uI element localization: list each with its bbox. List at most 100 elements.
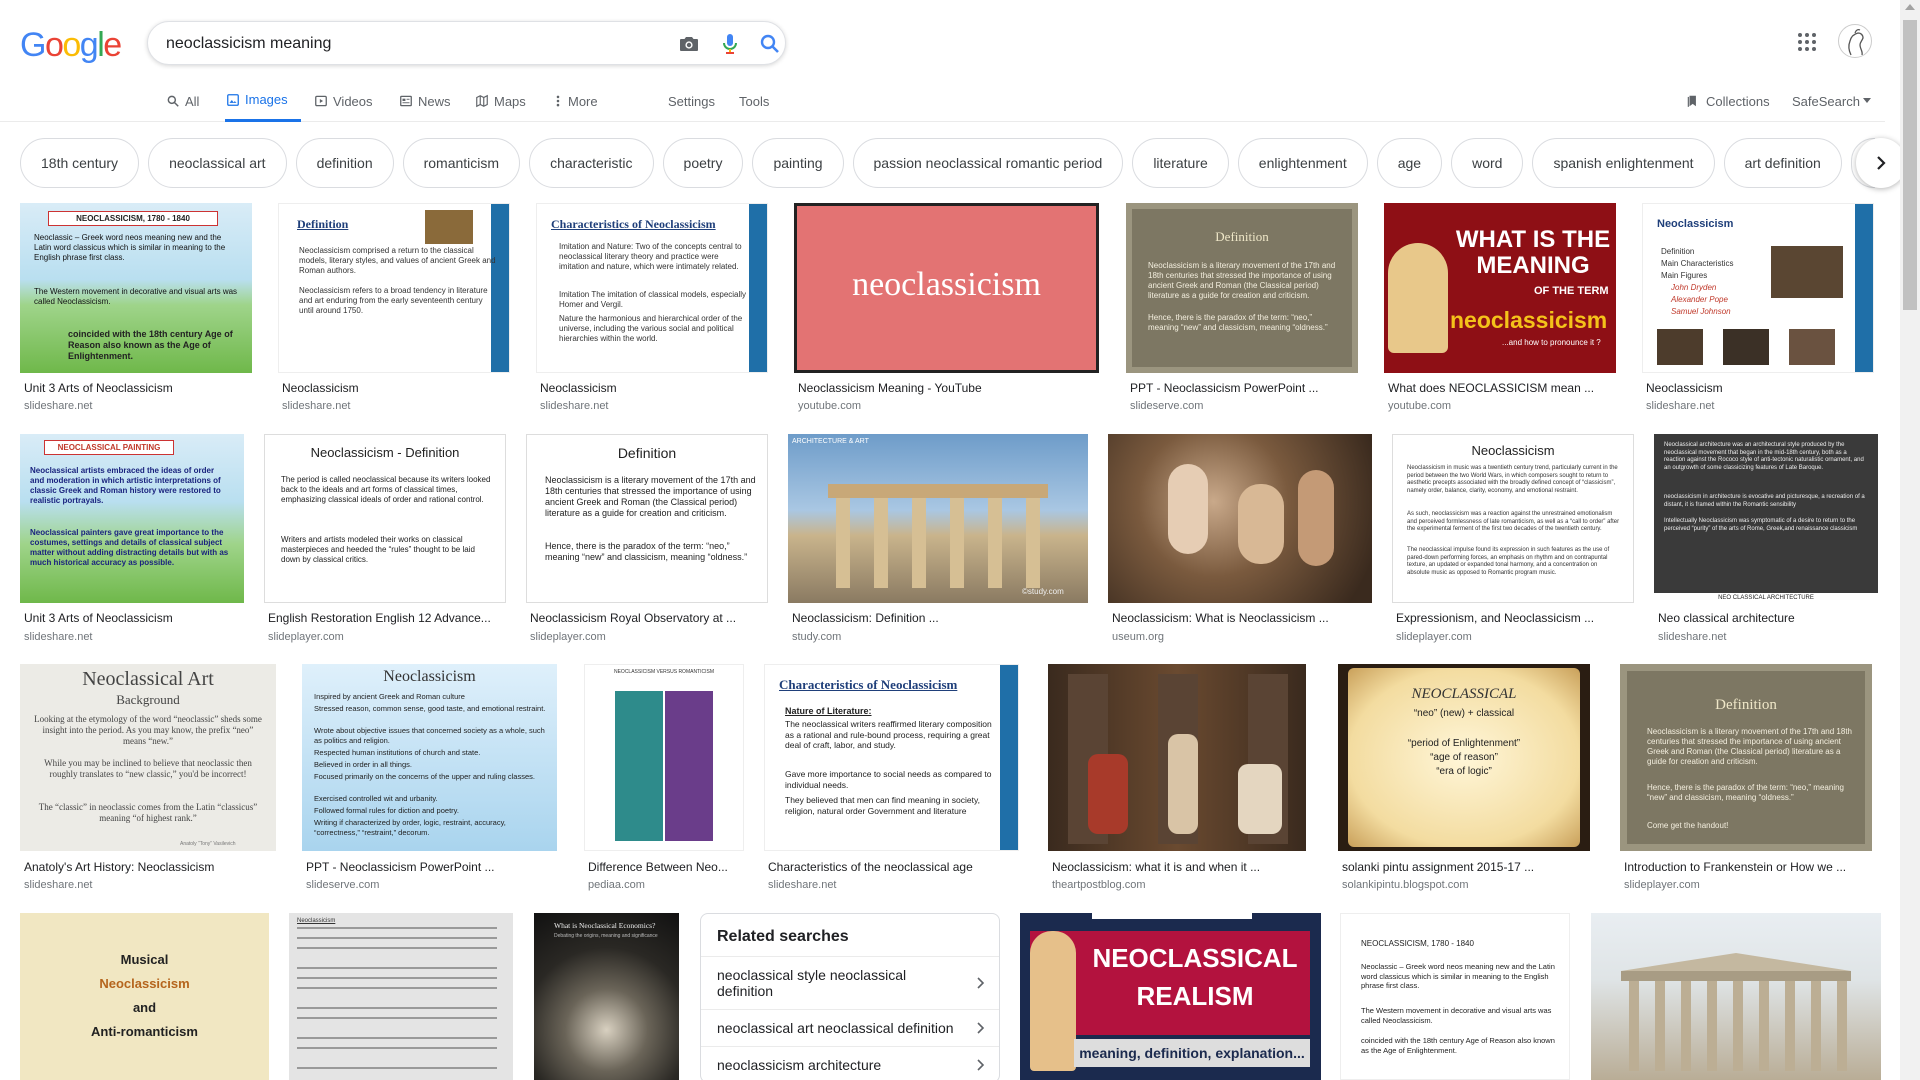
image-result[interactable]: NEOCLASSICISM VERSUS ROMANTICISM Differe… [584, 664, 746, 894]
result-thumbnail[interactable]: NEOCLASSICAL PAINTING Neoclassical artis… [20, 434, 244, 603]
chip-literature[interactable]: literature [1132, 138, 1229, 188]
image-result[interactable]: WHAT IS THE MEANING OF THE TERM neoclass… [1384, 203, 1619, 418]
tab-images[interactable]: Images [225, 80, 301, 122]
image-result[interactable]: Characteristics of Neoclassicism Nature … [764, 664, 1026, 894]
result-thumbnail[interactable] [1591, 913, 1881, 1080]
chip-passion-neoclassical-romantic-period[interactable]: passion neoclassical romantic period [852, 138, 1124, 188]
safesearch-dropdown[interactable]: SafeSearch [1792, 80, 1871, 122]
image-result[interactable]: Definition Neoclassicism is a literary m… [1126, 203, 1361, 418]
image-result[interactable]: neoclassicism Neoclassicism Meaning - Yo… [794, 203, 1101, 418]
result-thumbnail[interactable]: Definition Neoclassicism is a literary m… [526, 434, 768, 603]
result-thumbnail[interactable]: NEOCLASSICISM, 1780 - 1840 Neoclassic – … [1340, 913, 1570, 1080]
result-thumbnail[interactable]: Characteristics of Neoclassicism Imitati… [536, 203, 768, 373]
tab-more[interactable]: More [553, 80, 598, 122]
tab-all[interactable]: All [166, 80, 199, 122]
image-result[interactable]: NEOCLASSICAL PAINTING Neoclassical artis… [20, 434, 250, 644]
result-title[interactable]: PPT - Neoclassicism PowerPoint ... [1130, 381, 1360, 395]
result-thumbnail[interactable]: Neoclassicism Definition Main Characteri… [1642, 203, 1874, 373]
collections-link[interactable]: Collections [1686, 80, 1770, 122]
result-thumbnail[interactable]: NEOCLASSICISM, 1780 - 1840 Neoclassic – … [20, 203, 252, 373]
chip-spanish-enlightenment[interactable]: spanish enlightenment [1532, 138, 1715, 188]
image-result[interactable]: What is Neoclassical Economics? Debating… [534, 913, 679, 1080]
apps-grid-icon[interactable] [1795, 30, 1819, 54]
tab-news[interactable]: News [399, 80, 451, 122]
chip-poetry[interactable]: poetry [662, 138, 744, 188]
image-result[interactable]: Definition Neoclassicism is a literary m… [1620, 664, 1882, 894]
image-result[interactable]: Definition Neoclassicism comprised a ret… [278, 203, 513, 418]
image-result[interactable] [1591, 913, 1881, 1080]
result-title[interactable]: Neoclassicism Royal Observatory at ... [530, 611, 772, 625]
result-title[interactable]: English Restoration English 12 Advance..… [268, 611, 510, 625]
result-thumbnail[interactable]: Characteristics of Neoclassicism Nature … [764, 664, 1019, 851]
scrollbar-thumb[interactable] [1903, 20, 1917, 310]
image-result[interactable]: Neoclassical architecture was an archite… [1654, 434, 1882, 644]
result-title[interactable]: Anatoly's Art History: Neoclassicism [24, 860, 280, 874]
chip-characteristic[interactable]: characteristic [529, 138, 654, 188]
result-title[interactable]: Neoclassicism Meaning - YouTube [798, 381, 1098, 395]
result-title[interactable]: Neoclassicism [282, 381, 512, 395]
image-result[interactable]: Neoclassicism Neoclassicism in music was… [1392, 434, 1637, 644]
result-title[interactable]: Unit 3 Arts of Neoclassicism [24, 611, 246, 625]
result-title[interactable]: Neoclassicism: Definition ... [792, 611, 1092, 625]
search-input[interactable] [166, 32, 646, 56]
result-thumbnail[interactable]: Musical Neoclassicism and Anti-romantici… [20, 913, 269, 1080]
image-result[interactable]: Definition Neoclassicism is a literary m… [526, 434, 776, 644]
chip-romanticism[interactable]: romanticism [402, 138, 521, 188]
chip-word[interactable]: word [1451, 138, 1524, 188]
image-result[interactable]: Neoclassicism - Definition The period is… [264, 434, 514, 644]
tools-link[interactable]: Tools [739, 80, 769, 122]
result-thumbnail[interactable]: NEOCLASSICISM VERSUS ROMANTICISM [584, 664, 744, 851]
chip-18th-century[interactable]: 18th century [20, 138, 140, 188]
microphone-icon[interactable] [718, 32, 742, 56]
result-title[interactable]: Neoclassicism: What is Neoclassicism ... [1112, 611, 1376, 625]
image-result[interactable]: NEOCLASSICAL “neo” (new) + classical “pe… [1338, 664, 1600, 894]
result-thumbnail[interactable]: Neoclassicism - Definition The period is… [264, 434, 506, 603]
related-search-item[interactable]: neoclassical style neoclassical definiti… [701, 956, 999, 1009]
result-thumbnail[interactable]: NEOCLASSICAL REALISM meaning, definition… [1020, 913, 1321, 1080]
result-title[interactable]: solanki pintu assignment 2015-17 ... [1342, 860, 1594, 874]
result-thumbnail[interactable]: Neoclassical Art Background Looking at t… [20, 664, 276, 851]
image-result[interactable]: Neoclassicism: What is Neoclassicism ...… [1108, 434, 1376, 644]
result-thumbnail[interactable]: Definition Neoclassicism is a literary m… [1620, 664, 1872, 851]
result-thumbnail[interactable]: WHAT IS THE MEANING OF THE TERM neoclass… [1384, 203, 1616, 373]
result-title[interactable]: PPT - Neoclassicism PowerPoint ... [306, 860, 561, 874]
chips-next-button[interactable] [1856, 138, 1906, 188]
result-title[interactable]: Characteristics of the neoclassical age [768, 860, 1023, 874]
image-result[interactable]: NEOCLASSICAL REALISM meaning, definition… [1020, 913, 1321, 1080]
related-search-item[interactable]: neoclassical art neoclassical definition [701, 1009, 999, 1046]
result-thumbnail[interactable]: Neoclassicism Neoclassicism in music was… [1392, 434, 1634, 603]
result-title[interactable]: Neoclassicism [1646, 381, 1876, 395]
page-scrollbar[interactable] [1900, 0, 1920, 1080]
chip-neoclassical-art[interactable]: neoclassical art [148, 138, 287, 188]
result-thumbnail[interactable]: neoclassicism [794, 203, 1099, 373]
avatar[interactable] [1838, 24, 1872, 58]
chip-painting[interactable]: painting [752, 138, 844, 188]
result-title[interactable]: Introduction to Frankenstein or How we .… [1624, 860, 1876, 874]
result-thumbnail[interactable]: Neoclassicism Inspired by ancient Greek … [302, 664, 557, 851]
image-result[interactable]: Neoclassicism [289, 913, 514, 1080]
result-thumbnail[interactable]: NEOCLASSICAL “neo” (new) + classical “pe… [1338, 664, 1590, 851]
chip-art-definition[interactable]: art definition [1723, 138, 1842, 188]
chip-definition[interactable]: definition [295, 138, 394, 188]
image-result[interactable]: ARCHITECTURE & ART ©study.com Neoclassic… [788, 434, 1093, 644]
result-thumbnail[interactable] [1048, 664, 1306, 851]
image-result[interactable]: Characteristics of Neoclassicism Imitati… [536, 203, 771, 418]
tab-videos[interactable]: Videos [314, 80, 373, 122]
chip-enlightenment[interactable]: enlightenment [1237, 138, 1368, 188]
result-thumbnail[interactable]: Neoclassicism [289, 913, 513, 1080]
result-title[interactable]: Neoclassicism: what it is and when it ..… [1052, 860, 1310, 874]
result-title[interactable]: Expressionism, and Neoclassicism ... [1396, 611, 1638, 625]
google-logo[interactable]: Google [20, 26, 122, 65]
result-title[interactable]: Difference Between Neo... [588, 860, 746, 874]
scroll-up-icon[interactable] [1905, 4, 1915, 10]
chip-age[interactable]: age [1376, 138, 1443, 188]
image-result[interactable]: Neoclassicism: what it is and when it ..… [1048, 664, 1310, 894]
image-result[interactable]: NEOCLASSICISM, 1780 - 1840 Neoclassic – … [20, 203, 255, 418]
camera-icon[interactable] [677, 32, 701, 56]
related-search-item[interactable]: neoclassicism architecture [701, 1046, 999, 1080]
result-thumbnail[interactable]: Neoclassical architecture was an archite… [1654, 434, 1878, 603]
result-thumbnail[interactable] [1108, 434, 1372, 603]
image-result[interactable]: Neoclassicism Definition Main Characteri… [1642, 203, 1877, 418]
result-title[interactable]: Neoclassicism [540, 381, 770, 395]
settings-link[interactable]: Settings [668, 80, 715, 122]
